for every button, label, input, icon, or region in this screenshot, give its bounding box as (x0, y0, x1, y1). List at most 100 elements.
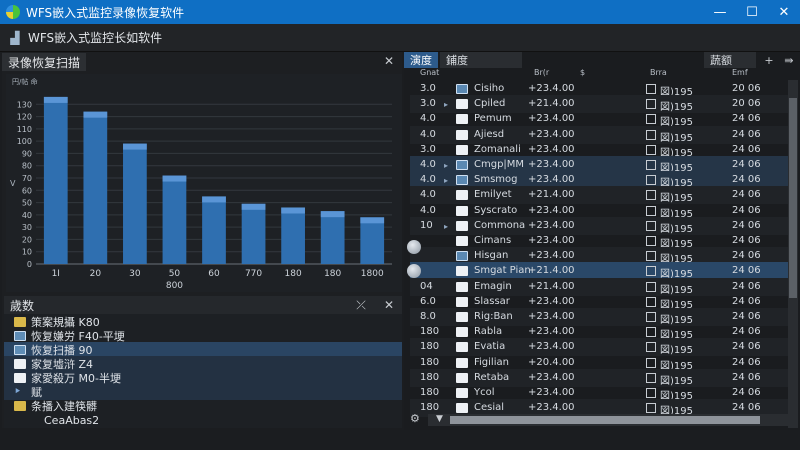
file-size: +23.4.00 (528, 295, 575, 307)
row-checkbox[interactable] (646, 266, 656, 277)
col-flag[interactable]: $ (580, 68, 585, 77)
splitter-handle[interactable] (404, 236, 426, 296)
collapse-icon[interactable]: ⤫ (352, 297, 370, 313)
row-checkbox[interactable] (646, 296, 656, 307)
bar (202, 196, 226, 264)
row-number: 3.0 (420, 98, 436, 110)
file-size: +23.4.00 (528, 341, 575, 353)
row-number: 180 (420, 341, 440, 353)
add-icon[interactable]: + (762, 53, 776, 67)
file-date: 24 06 (732, 250, 761, 262)
col-date[interactable]: Emf (732, 68, 748, 77)
row-checkbox[interactable] (646, 220, 656, 231)
row-checkbox[interactable] (646, 312, 656, 322)
y-tick-label: 120 (17, 113, 32, 122)
file-panel-tabs: 演度 鋪度 蔬额 + ⇛ (404, 52, 800, 68)
row-checkbox[interactable] (646, 342, 656, 353)
file-date: 24 06 (732, 371, 761, 383)
file-icon (456, 99, 468, 110)
splitter-knob-icon[interactable] (407, 240, 421, 254)
file-size: +23.4.00 (528, 128, 575, 140)
settings-icon[interactable]: ⚙ (410, 412, 420, 425)
row-checkbox[interactable] (646, 236, 656, 246)
row-checkbox[interactable] (646, 99, 656, 110)
col-size[interactable]: Br(r (534, 68, 549, 77)
y-tick-label: 80 (22, 162, 32, 171)
horizontal-scrollbar[interactable]: ▼ (428, 414, 792, 426)
file-size: +23.4.00 (528, 387, 575, 398)
file-date: 24 06 (732, 219, 761, 231)
file-date: 20 06 (732, 98, 761, 110)
expand-arrow-icon[interactable]: ▸ (444, 100, 448, 109)
file-icon (456, 190, 468, 201)
file-size: +23.4.00 (528, 311, 575, 322)
window-titlebar: WFS嵌入式监控录像恢复软件 — ☐ ✕ (0, 0, 800, 24)
row-checkbox[interactable] (646, 357, 656, 368)
vertical-scroll-thumb[interactable] (789, 98, 797, 298)
file-name: Hisgan (474, 250, 509, 262)
row-checkbox[interactable] (646, 281, 656, 292)
row-checkbox[interactable] (646, 144, 656, 155)
row-checkbox[interactable] (646, 129, 656, 140)
expand-arrow-icon[interactable]: ▸ (444, 161, 448, 170)
row-checkbox[interactable] (646, 175, 656, 186)
tab-second[interactable]: 鋪度 (440, 52, 522, 68)
tree-item-label: CeaAbas2 (44, 413, 100, 427)
col-attr[interactable]: Brra (650, 68, 667, 77)
x-tick-label: 770 (245, 269, 262, 279)
tree-close-icon[interactable]: ✕ (380, 297, 398, 313)
row-number: 6.0 (420, 295, 436, 307)
file-size: +23.4.00 (528, 83, 575, 94)
maximize-button[interactable]: ☐ (736, 0, 768, 24)
x-tick-label: 50 (169, 269, 181, 279)
row-checkbox[interactable] (646, 403, 656, 414)
bar (162, 175, 187, 264)
expand-icon[interactable]: ⇛ (782, 53, 796, 67)
tab-active[interactable]: 演度 (404, 52, 438, 68)
file-size: +21.4.00 (528, 265, 575, 277)
file-size: +23.4.00 (528, 250, 575, 262)
row-checkbox[interactable] (646, 327, 656, 338)
window-controls: — ☐ ✕ (704, 0, 800, 24)
horizontal-scroll-thumb[interactable] (450, 416, 760, 424)
status-bar (0, 432, 800, 450)
close-window-button[interactable]: ✕ (768, 0, 800, 24)
bar (320, 211, 345, 264)
image-file-icon (456, 175, 468, 186)
file-name: Cesial (474, 402, 505, 414)
file-date: 24 06 (732, 341, 761, 353)
bar-top (162, 175, 187, 182)
row-checkbox[interactable] (646, 114, 656, 125)
row-number: 3.0 (420, 83, 436, 94)
file-name: Smsmog (474, 174, 518, 186)
file-size: +21.4.00 (528, 280, 575, 292)
y-tick-label: 70 (22, 174, 32, 183)
file-icon (456, 129, 468, 140)
expand-arrow-icon[interactable]: ▸ (444, 176, 448, 185)
tab-search[interactable]: 蔬额 (704, 52, 756, 68)
row-checkbox[interactable] (646, 372, 656, 383)
col-name[interactable]: Gnat (420, 68, 439, 77)
file-name: Ycol (474, 387, 495, 398)
splitter-knob-icon[interactable] (407, 264, 421, 278)
vertical-scrollbar[interactable] (788, 80, 798, 428)
chart-axis-caption: 円/帖 命 (12, 77, 38, 86)
file-date: 24 06 (732, 159, 761, 170)
scroll-down-arrow-icon[interactable]: ▼ (436, 414, 443, 424)
bar (241, 203, 266, 264)
row-checkbox[interactable] (646, 388, 656, 398)
row-checkbox[interactable] (646, 160, 656, 170)
row-checkbox[interactable] (646, 251, 656, 262)
file-icon (456, 266, 468, 277)
row-checkbox[interactable] (646, 190, 656, 201)
row-checkbox[interactable] (646, 205, 656, 216)
minimize-button[interactable]: — (704, 0, 736, 24)
row-checkbox[interactable] (646, 84, 656, 94)
bar-top (202, 196, 226, 203)
scan-panel-close-icon[interactable]: ✕ (384, 54, 394, 68)
bar-top (123, 143, 147, 150)
expand-arrow-icon[interactable]: ▸ (444, 222, 448, 231)
row-number: 4.0 (420, 204, 436, 216)
folder-icon (14, 401, 26, 411)
tree-item[interactable]: CeaAbas2 (4, 412, 402, 428)
